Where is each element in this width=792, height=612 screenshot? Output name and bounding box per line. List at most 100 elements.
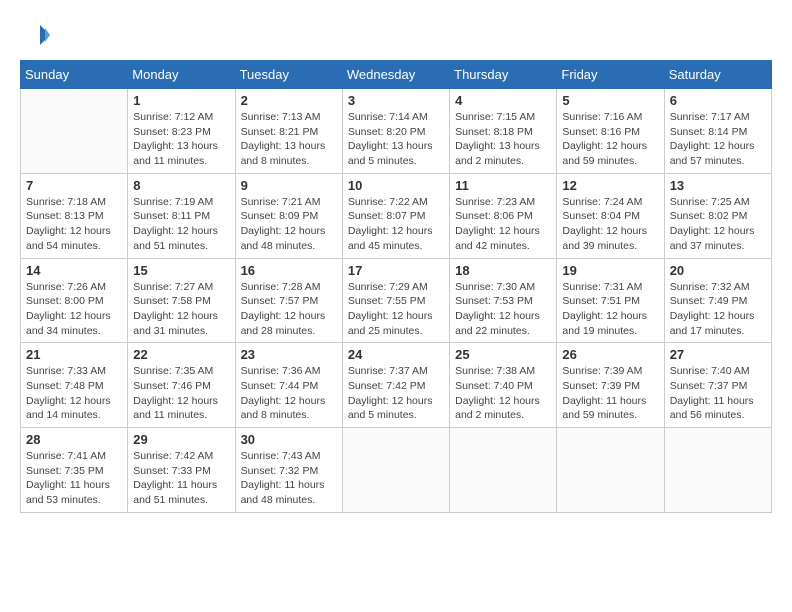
day-cell [342, 428, 449, 513]
day-info: Sunrise: 7:28 AMSunset: 7:57 PMDaylight:… [241, 280, 337, 339]
day-number: 19 [562, 263, 658, 278]
day-cell [450, 428, 557, 513]
day-cell [21, 89, 128, 174]
day-cell: 3 Sunrise: 7:14 AMSunset: 8:20 PMDaylight… [342, 89, 449, 174]
day-number: 13 [670, 178, 766, 193]
day-cell: 16 Sunrise: 7:28 AMSunset: 7:57 PMDayligh… [235, 258, 342, 343]
day-info: Sunrise: 7:18 AMSunset: 8:13 PMDaylight:… [26, 195, 122, 254]
day-cell: 13Sunrise: 7:25 AMSunset: 8:02 PMDayligh… [664, 173, 771, 258]
logo [20, 20, 54, 50]
day-info: Sunrise: 7:33 AMSunset: 7:48 PMDaylight:… [26, 364, 122, 423]
day-number: 12 [562, 178, 658, 193]
day-number: 28 [26, 432, 122, 447]
day-cell: 1 Sunrise: 7:12 AMSunset: 8:23 PMDaylight… [128, 89, 235, 174]
day-number: 16 [241, 263, 337, 278]
day-info: Sunrise: 7:14 AMSunset: 8:20 PMDaylight:… [348, 110, 444, 169]
week-row-3: 14 Sunrise: 7:26 AMSunset: 8:00 PMDayligh… [21, 258, 772, 343]
day-info: Sunrise: 7:12 AMSunset: 8:23 PMDaylight:… [133, 110, 229, 169]
day-cell: 22 Sunrise: 7:35 AMSunset: 7:46 PMDayligh… [128, 343, 235, 428]
day-info: Sunrise: 7:15 AMSunset: 8:18 PMDaylight:… [455, 110, 551, 169]
day-cell: 2 Sunrise: 7:13 AMSunset: 8:21 PMDaylight… [235, 89, 342, 174]
day-cell: 29 Sunrise: 7:42 AMSunset: 7:33 PMDayligh… [128, 428, 235, 513]
day-cell: 18 Sunrise: 7:30 AMSunset: 7:53 PMDayligh… [450, 258, 557, 343]
column-header-monday: Monday [128, 61, 235, 89]
week-row-4: 21 Sunrise: 7:33 AMSunset: 7:48 PMDayligh… [21, 343, 772, 428]
day-info: Sunrise: 7:35 AMSunset: 7:46 PMDaylight:… [133, 364, 229, 423]
day-cell: 12 Sunrise: 7:24 AMSunset: 8:04 PMDayligh… [557, 173, 664, 258]
day-cell: 5 Sunrise: 7:16 AMSunset: 8:16 PMDaylight… [557, 89, 664, 174]
column-header-sunday: Sunday [21, 61, 128, 89]
day-cell: 20 Sunrise: 7:32 AMSunset: 7:49 PMDayligh… [664, 258, 771, 343]
week-row-5: 28 Sunrise: 7:41 AMSunset: 7:35 PMDayligh… [21, 428, 772, 513]
day-number: 15 [133, 263, 229, 278]
day-number: 11 [455, 178, 551, 193]
day-info: Sunrise: 7:24 AMSunset: 8:04 PMDaylight:… [562, 195, 658, 254]
day-number: 14 [26, 263, 122, 278]
day-cell: 19 Sunrise: 7:31 AMSunset: 7:51 PMDayligh… [557, 258, 664, 343]
day-info: Sunrise: 7:22 AMSunset: 8:07 PMDaylight:… [348, 195, 444, 254]
day-info: Sunrise: 7:41 AMSunset: 7:35 PMDaylight:… [26, 449, 122, 508]
day-cell: 10 Sunrise: 7:22 AMSunset: 8:07 PMDayligh… [342, 173, 449, 258]
day-number: 22 [133, 347, 229, 362]
day-number: 8 [133, 178, 229, 193]
column-header-tuesday: Tuesday [235, 61, 342, 89]
day-number: 29 [133, 432, 229, 447]
day-cell: 26Sunrise: 7:39 AMSunset: 7:39 PMDayligh… [557, 343, 664, 428]
day-cell: 25Sunrise: 7:38 AMSunset: 7:40 PMDayligh… [450, 343, 557, 428]
day-cell: 8 Sunrise: 7:19 AMSunset: 8:11 PMDaylight… [128, 173, 235, 258]
day-cell: 28 Sunrise: 7:41 AMSunset: 7:35 PMDayligh… [21, 428, 128, 513]
day-cell: 9Sunrise: 7:21 AMSunset: 8:09 PMDaylight… [235, 173, 342, 258]
day-cell [557, 428, 664, 513]
day-cell: 23 Sunrise: 7:36 AMSunset: 7:44 PMDayligh… [235, 343, 342, 428]
day-info: Sunrise: 7:13 AMSunset: 8:21 PMDaylight:… [241, 110, 337, 169]
day-cell: 6 Sunrise: 7:17 AMSunset: 8:14 PMDaylight… [664, 89, 771, 174]
day-info: Sunrise: 7:31 AMSunset: 7:51 PMDaylight:… [562, 280, 658, 339]
day-info: Sunrise: 7:37 AMSunset: 7:42 PMDaylight:… [348, 364, 444, 423]
day-cell: 21 Sunrise: 7:33 AMSunset: 7:48 PMDayligh… [21, 343, 128, 428]
day-number: 7 [26, 178, 122, 193]
day-cell: 7 Sunrise: 7:18 AMSunset: 8:13 PMDaylight… [21, 173, 128, 258]
day-info: Sunrise: 7:23 AMSunset: 8:06 PMDaylight:… [455, 195, 551, 254]
day-number: 30 [241, 432, 337, 447]
day-info: Sunrise: 7:40 AMSunset: 7:37 PMDaylight:… [670, 364, 766, 423]
day-info: Sunrise: 7:17 AMSunset: 8:14 PMDaylight:… [670, 110, 766, 169]
day-number: 21 [26, 347, 122, 362]
column-header-thursday: Thursday [450, 61, 557, 89]
week-row-1: 1 Sunrise: 7:12 AMSunset: 8:23 PMDaylight… [21, 89, 772, 174]
day-info: Sunrise: 7:16 AMSunset: 8:16 PMDaylight:… [562, 110, 658, 169]
day-number: 26 [562, 347, 658, 362]
column-header-saturday: Saturday [664, 61, 771, 89]
day-number: 5 [562, 93, 658, 108]
day-info: Sunrise: 7:30 AMSunset: 7:53 PMDaylight:… [455, 280, 551, 339]
day-info: Sunrise: 7:19 AMSunset: 8:11 PMDaylight:… [133, 195, 229, 254]
day-number: 9 [241, 178, 337, 193]
day-info: Sunrise: 7:42 AMSunset: 7:33 PMDaylight:… [133, 449, 229, 508]
day-number: 1 [133, 93, 229, 108]
day-number: 27 [670, 347, 766, 362]
day-number: 6 [670, 93, 766, 108]
header-row: SundayMondayTuesdayWednesdayThursdayFrid… [21, 61, 772, 89]
day-number: 18 [455, 263, 551, 278]
day-number: 3 [348, 93, 444, 108]
day-number: 17 [348, 263, 444, 278]
day-cell: 17Sunrise: 7:29 AMSunset: 7:55 PMDayligh… [342, 258, 449, 343]
column-header-friday: Friday [557, 61, 664, 89]
day-number: 25 [455, 347, 551, 362]
day-info: Sunrise: 7:32 AMSunset: 7:49 PMDaylight:… [670, 280, 766, 339]
day-number: 2 [241, 93, 337, 108]
day-number: 20 [670, 263, 766, 278]
day-info: Sunrise: 7:26 AMSunset: 8:00 PMDaylight:… [26, 280, 122, 339]
week-row-2: 7 Sunrise: 7:18 AMSunset: 8:13 PMDaylight… [21, 173, 772, 258]
calendar-table: SundayMondayTuesdayWednesdayThursdayFrid… [20, 60, 772, 513]
day-info: Sunrise: 7:27 AMSunset: 7:58 PMDaylight:… [133, 280, 229, 339]
day-cell: 14 Sunrise: 7:26 AMSunset: 8:00 PMDayligh… [21, 258, 128, 343]
day-number: 4 [455, 93, 551, 108]
day-info: Sunrise: 7:43 AMSunset: 7:32 PMDaylight:… [241, 449, 337, 508]
day-number: 23 [241, 347, 337, 362]
day-cell: 15 Sunrise: 7:27 AMSunset: 7:58 PMDayligh… [128, 258, 235, 343]
day-cell: 30 Sunrise: 7:43 AMSunset: 7:32 PMDayligh… [235, 428, 342, 513]
page-header [20, 20, 772, 50]
day-cell [664, 428, 771, 513]
day-number: 10 [348, 178, 444, 193]
day-info: Sunrise: 7:36 AMSunset: 7:44 PMDaylight:… [241, 364, 337, 423]
